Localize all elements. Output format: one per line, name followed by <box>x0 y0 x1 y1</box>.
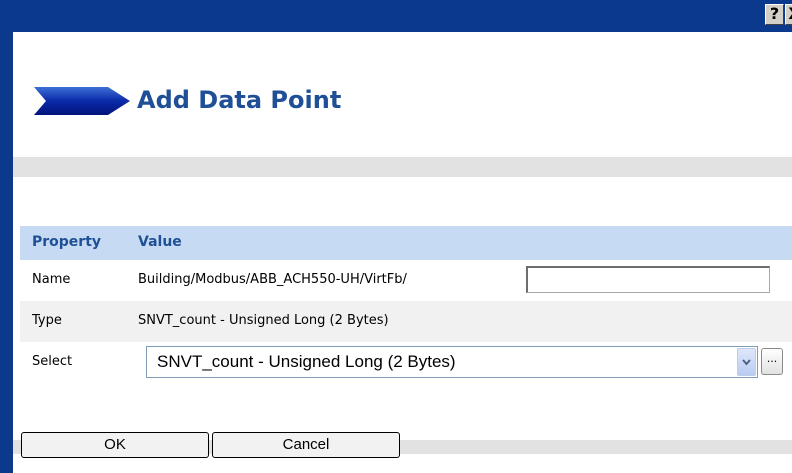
properties-table: Property Value Name Building/Modbus/ABB_… <box>20 226 792 383</box>
ok-button[interactable]: OK <box>21 432 209 458</box>
table-header: Property Value <box>20 226 792 260</box>
table-row-select: Select SNVT_count - Unsigned Long (2 Byt… <box>20 342 792 383</box>
window-border <box>0 32 13 473</box>
chevron-arrow-icon <box>34 87 130 115</box>
close-button[interactable]: X <box>785 4 792 25</box>
help-button[interactable]: ? <box>765 4 784 25</box>
cancel-button[interactable]: Cancel <box>212 432 400 458</box>
divider <box>13 157 792 177</box>
page-title: Add Data Point <box>137 86 342 114</box>
dropdown-button[interactable] <box>737 348 756 376</box>
type-select[interactable]: SNVT_count - Unsigned Long (2 Bytes) <box>146 346 758 378</box>
browse-button[interactable]: ... <box>761 348 783 375</box>
column-header-property: Property <box>32 234 102 250</box>
select-value: SNVT_count - Unsigned Long (2 Bytes) <box>157 352 456 371</box>
dialog-content: Add Data Point Property Value Name Build… <box>13 32 792 473</box>
row-label: Name <box>32 272 71 287</box>
name-input[interactable] <box>526 266 770 293</box>
window-titlebar: ? X <box>0 0 792 32</box>
row-label: Type <box>32 313 62 328</box>
name-prefix: Building/Modbus/ABB_ACH550-UH/VirtFb/ <box>138 272 407 287</box>
row-label: Select <box>32 354 73 369</box>
table-row-type: Type SNVT_count - Unsigned Long (2 Bytes… <box>20 301 792 342</box>
type-value: SNVT_count - Unsigned Long (2 Bytes) <box>138 313 389 328</box>
chevron-down-icon <box>742 359 751 366</box>
table-row-name: Name Building/Modbus/ABB_ACH550-UH/VirtF… <box>20 260 792 301</box>
column-header-value: Value <box>138 234 182 250</box>
